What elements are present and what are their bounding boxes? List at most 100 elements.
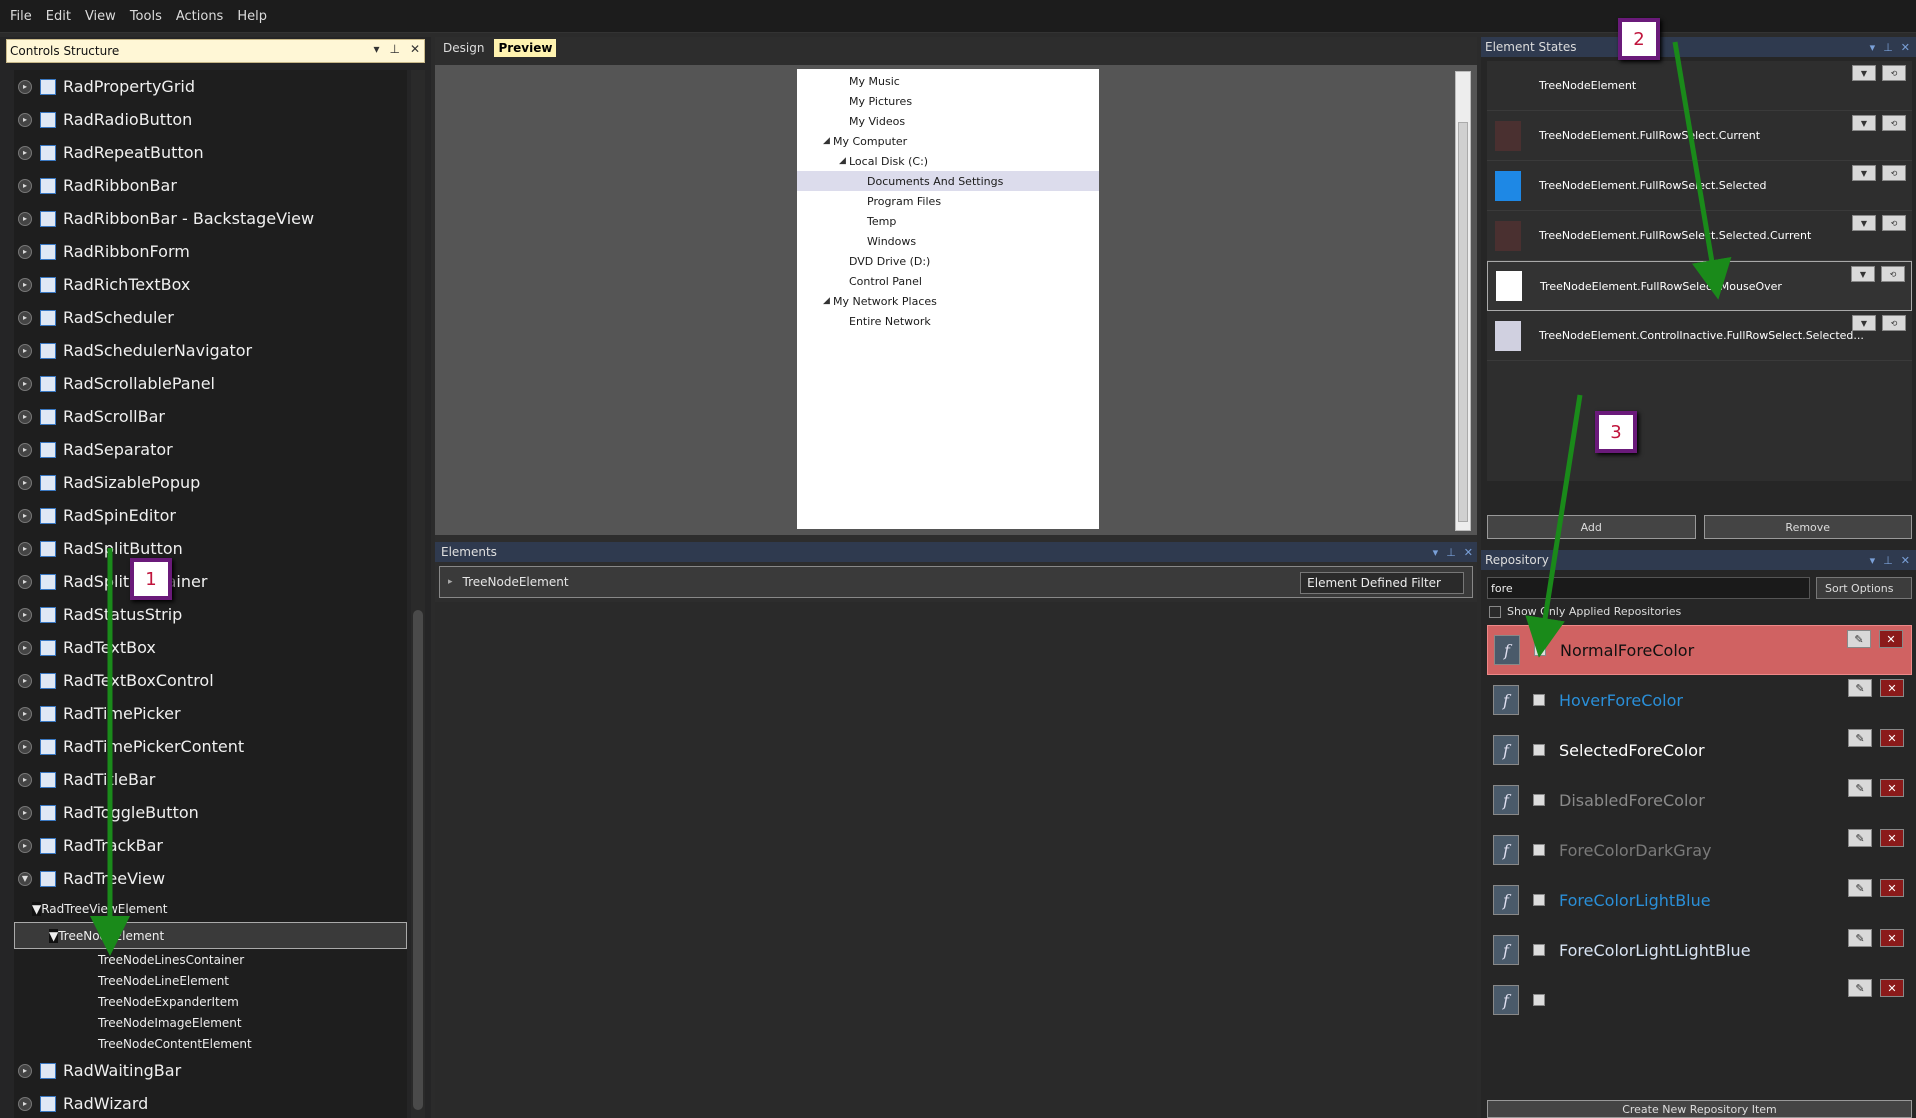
- elements-row[interactable]: ▸ TreeNodeElement Element Defined Filter: [439, 566, 1473, 598]
- repository-item-checkbox[interactable]: [1533, 994, 1545, 1006]
- tree-item-radwaitingbar[interactable]: ▸ RadWaitingBar: [14, 1054, 407, 1087]
- preview-node[interactable]: Program Files: [797, 191, 1099, 211]
- show-only-checkbox[interactable]: [1489, 605, 1501, 618]
- menu-tools[interactable]: Tools: [130, 9, 162, 24]
- preview-node[interactable]: Documents And Settings: [797, 171, 1099, 191]
- tree-item-control[interactable]: ▸RadSplitContainer: [14, 565, 407, 598]
- pin-icon[interactable]: ⊥: [1883, 554, 1893, 567]
- repository-item[interactable]: f HoverForeColor ✎ ✕: [1487, 675, 1912, 725]
- expand-icon[interactable]: ▸: [18, 541, 32, 556]
- tree-child[interactable]: TreeNodeImageElement: [14, 1012, 407, 1033]
- expand-icon[interactable]: ▸: [18, 640, 32, 655]
- delete-icon[interactable]: ✕: [1880, 879, 1904, 897]
- expand-icon[interactable]: ▸: [18, 508, 32, 523]
- scroll-thumb[interactable]: [413, 610, 423, 1110]
- delete-icon[interactable]: ✕: [1880, 829, 1904, 847]
- delete-icon[interactable]: ✕: [1880, 729, 1904, 747]
- expand-icon[interactable]: ▸: [448, 577, 453, 587]
- dropdown-icon[interactable]: ▾: [1870, 41, 1876, 54]
- preview-node[interactable]: Temp: [797, 211, 1099, 231]
- preview-node[interactable]: Control Panel: [797, 271, 1099, 291]
- tree-item-control[interactable]: ▸ RadTitleBar: [14, 763, 407, 796]
- tree-item-control[interactable]: ▸ RadScrollBar: [14, 400, 407, 433]
- menu-file[interactable]: File: [10, 9, 32, 24]
- expand-icon[interactable]: ▸: [18, 244, 32, 259]
- close-icon[interactable]: ✕: [1464, 546, 1473, 559]
- expand-icon[interactable]: ▸: [18, 1096, 32, 1111]
- expand-icon[interactable]: ▸: [18, 376, 32, 391]
- collapse-icon[interactable]: ▼: [49, 928, 59, 943]
- create-repository-item-button[interactable]: Create New Repository Item: [1487, 1100, 1912, 1118]
- tree-child[interactable]: TreeNodeContentElement: [14, 1033, 407, 1054]
- delete-icon[interactable]: ✕: [1880, 679, 1904, 697]
- tree-item-control[interactable]: ▼ RadTreeView: [14, 862, 407, 895]
- expand-icon[interactable]: ▸: [18, 310, 32, 325]
- preview-node[interactable]: DVD Drive (D:): [797, 251, 1099, 271]
- preview-node[interactable]: Entire Network: [797, 311, 1099, 331]
- tree-node-radtreeviewelement[interactable]: ▼ RadTreeViewElement: [14, 895, 407, 922]
- expand-icon[interactable]: ▸: [18, 79, 32, 94]
- tree-item-control[interactable]: ▸ RadRichTextBox: [14, 268, 407, 301]
- tree-item-control[interactable]: ▸ RadRibbonForm: [14, 235, 407, 268]
- tree-item-control[interactable]: ▸ RadTrackBar: [14, 829, 407, 862]
- pin-icon[interactable]: ⊥: [1883, 41, 1893, 54]
- dropdown-icon[interactable]: ▼: [1852, 65, 1876, 81]
- expand-icon[interactable]: ▸: [18, 772, 32, 787]
- preview-node[interactable]: ◢ Local Disk (C:): [797, 151, 1099, 171]
- element-state-row[interactable]: TreeNodeElement ▼ ⟲: [1487, 61, 1912, 111]
- tree-item-control[interactable]: ▸ RadSpinEditor: [14, 499, 407, 532]
- menu-edit[interactable]: Edit: [46, 9, 71, 24]
- repository-item[interactable]: f ✎ ✕: [1487, 975, 1912, 1025]
- expand-icon[interactable]: ▸: [18, 706, 32, 721]
- edit-icon[interactable]: ✎: [1848, 679, 1872, 697]
- expand-icon[interactable]: ▸: [18, 211, 32, 226]
- expand-icon[interactable]: ▸: [18, 574, 32, 589]
- tree-item-radwizard[interactable]: ▸ RadWizard: [14, 1087, 407, 1118]
- repository-item-checkbox[interactable]: [1533, 694, 1545, 706]
- dropdown-icon[interactable]: ▼: [1852, 315, 1876, 331]
- expand-icon[interactable]: ▸: [18, 673, 32, 688]
- edit-icon[interactable]: ✎: [1848, 729, 1872, 747]
- tree-item-control[interactable]: ▸ RadStatusStrip: [14, 598, 407, 631]
- add-button[interactable]: Add: [1487, 515, 1696, 539]
- expand-icon[interactable]: ▸: [18, 112, 32, 127]
- delete-icon[interactable]: ✕: [1880, 929, 1904, 947]
- edit-icon[interactable]: ✎: [1848, 979, 1872, 997]
- tree-item-control[interactable]: ▸ RadSchedulerNavigator: [14, 334, 407, 367]
- dropdown-icon[interactable]: ▾: [1870, 554, 1876, 567]
- expand-icon[interactable]: ▸: [18, 145, 32, 160]
- element-filter-dropdown[interactable]: Element Defined Filter: [1300, 572, 1464, 594]
- edit-icon[interactable]: ✎: [1848, 929, 1872, 947]
- tree-item-control[interactable]: ▸ RadSplitButton: [14, 532, 407, 565]
- repository-item[interactable]: f ForeColorDarkGray ✎ ✕: [1487, 825, 1912, 875]
- tree-item-control[interactable]: ▸ RadTextBox: [14, 631, 407, 664]
- repository-item[interactable]: f ForeColorLightLightBlue ✎ ✕: [1487, 925, 1912, 975]
- preview-node[interactable]: My Music: [797, 71, 1099, 91]
- tree-node-treenodeelement[interactable]: ▼ TreeNodeElement: [14, 922, 407, 949]
- delete-icon[interactable]: ✕: [1879, 630, 1903, 648]
- expand-icon[interactable]: ▸: [18, 838, 32, 853]
- repository-item-checkbox[interactable]: ✓: [1534, 644, 1546, 656]
- repository-item-checkbox[interactable]: [1533, 944, 1545, 956]
- scroll-thumb[interactable]: [1458, 122, 1468, 522]
- tree-child[interactable]: TreeNodeLineElement: [14, 970, 407, 991]
- tree-item-control[interactable]: ▸ RadRadioButton: [14, 103, 407, 136]
- repository-item-checkbox[interactable]: [1533, 744, 1545, 756]
- reset-icon[interactable]: ⟲: [1882, 215, 1906, 231]
- element-state-row[interactable]: TreeNodeElement.FullRowSelect.Selected ▼ ⟲: [1487, 161, 1912, 211]
- expand-icon[interactable]: ▸: [18, 277, 32, 292]
- tree-item-control[interactable]: ▸ RadRibbonBar: [14, 169, 407, 202]
- expand-icon[interactable]: ▸: [18, 607, 32, 622]
- element-state-row[interactable]: TreeNodeElement.FullRowSelect.Selected.C…: [1487, 211, 1912, 261]
- edit-icon[interactable]: ✎: [1848, 779, 1872, 797]
- expand-icon[interactable]: ▸: [18, 409, 32, 424]
- pin-icon[interactable]: ⊥: [1446, 546, 1456, 559]
- collapse-icon[interactable]: ▼: [32, 901, 42, 916]
- left-scrollbar[interactable]: [411, 70, 425, 1118]
- expanded-arrow-icon[interactable]: ◢: [823, 136, 830, 146]
- tree-item-control[interactable]: ▸ RadSeparator: [14, 433, 407, 466]
- tree-item-control[interactable]: ▸ RadTimePicker: [14, 697, 407, 730]
- tree-item-control[interactable]: ▸ RadScrollablePanel: [14, 367, 407, 400]
- sort-options-dropdown[interactable]: Sort Options: [1816, 577, 1912, 599]
- repository-search-input[interactable]: fore: [1487, 577, 1810, 599]
